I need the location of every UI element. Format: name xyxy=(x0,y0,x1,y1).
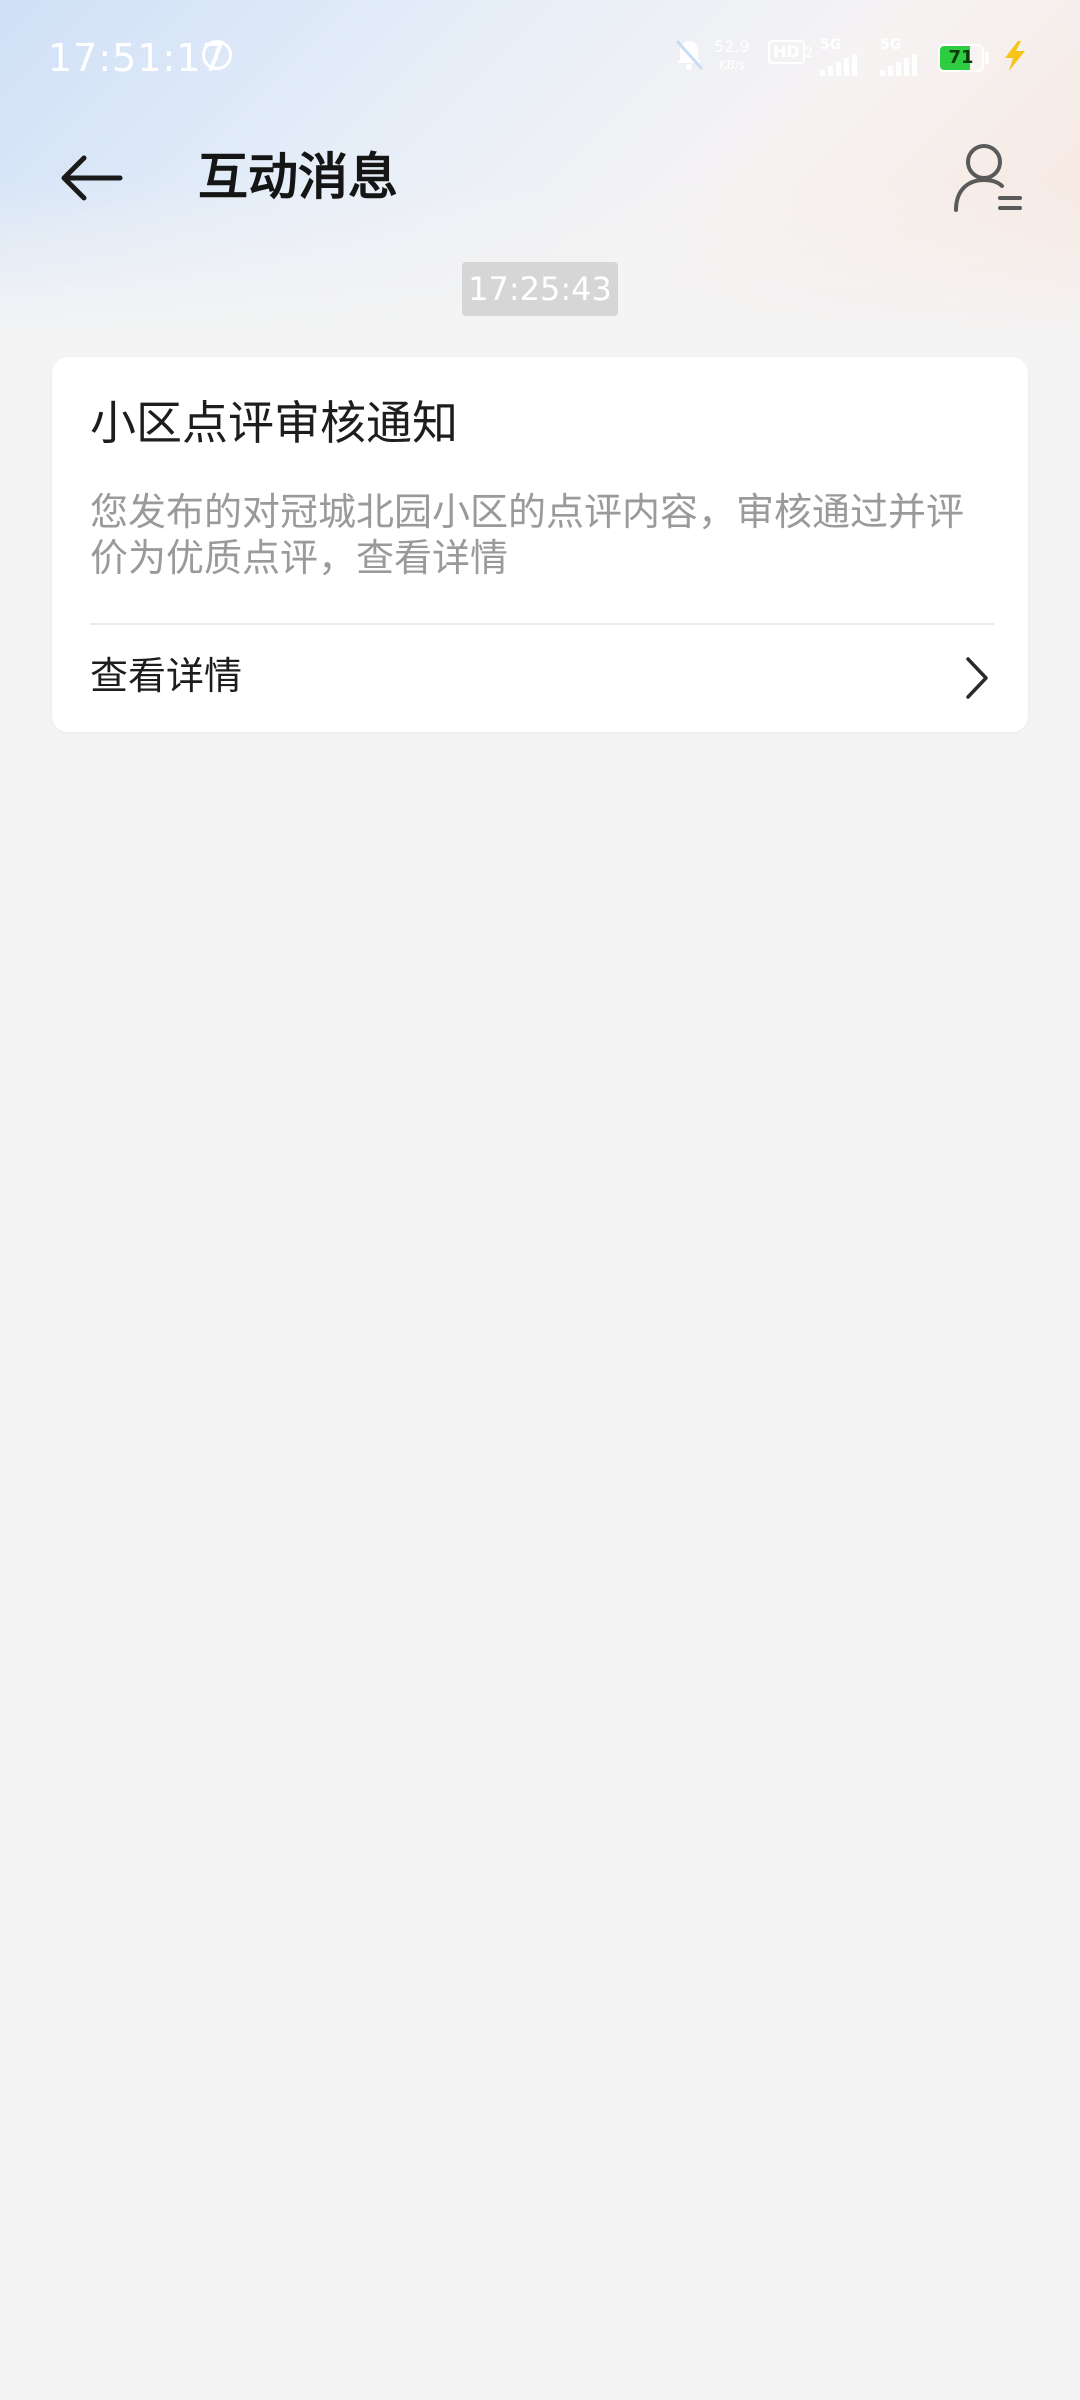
message-card[interactable]: 小区点评审核通知 您发布的对冠城北园小区的点评内容，审核通过并评价为优质点评，查… xyxy=(52,357,1028,732)
signal-icon: 5G xyxy=(820,38,857,76)
view-details-button[interactable]: 查看详情 xyxy=(52,625,1028,732)
message-timestamp: 17:25:43 xyxy=(462,262,618,316)
message-body: 您发布的对冠城北园小区的点评内容，审核通过并评价为优质点评，查看详情 xyxy=(90,490,965,580)
arrow-left-icon xyxy=(61,155,123,201)
battery-icon: 71 xyxy=(938,44,984,72)
status-time: 17:51:17 xyxy=(48,36,227,80)
chevron-right-icon xyxy=(966,657,988,699)
network-speed-unit: KB/s xyxy=(718,58,746,72)
signal-icon: 5G xyxy=(880,38,917,76)
profile-settings-button[interactable] xyxy=(950,140,1026,216)
user-settings-icon xyxy=(954,144,1022,212)
message-title: 小区点评审核通知 xyxy=(90,396,458,450)
signal-1-label: 5G xyxy=(820,37,842,53)
app-bar: 互动消息 xyxy=(0,116,1080,236)
status-bar: 17:51:17 ! 52.9 KB/s HD 2 5G 5G 71 xyxy=(0,0,1080,116)
signal-2-label: 5G xyxy=(880,37,902,53)
hd-icon: HD 2 xyxy=(768,40,813,64)
back-button[interactable] xyxy=(58,142,130,214)
battery-tip xyxy=(985,52,989,64)
mute-bell-icon xyxy=(674,38,704,76)
battery-level: 71 xyxy=(948,47,974,68)
view-details-label: 查看详情 xyxy=(90,654,243,698)
page-title: 互动消息 xyxy=(198,148,398,206)
network-speed-value: 52.9 xyxy=(714,37,750,56)
hd-label: HD xyxy=(768,40,805,64)
hd-sub: 2 xyxy=(804,46,813,61)
charging-bolt-icon xyxy=(1000,40,1030,76)
network-speed: 52.9 KB/s xyxy=(714,38,750,74)
notification-circle-icon: ! xyxy=(202,40,232,70)
